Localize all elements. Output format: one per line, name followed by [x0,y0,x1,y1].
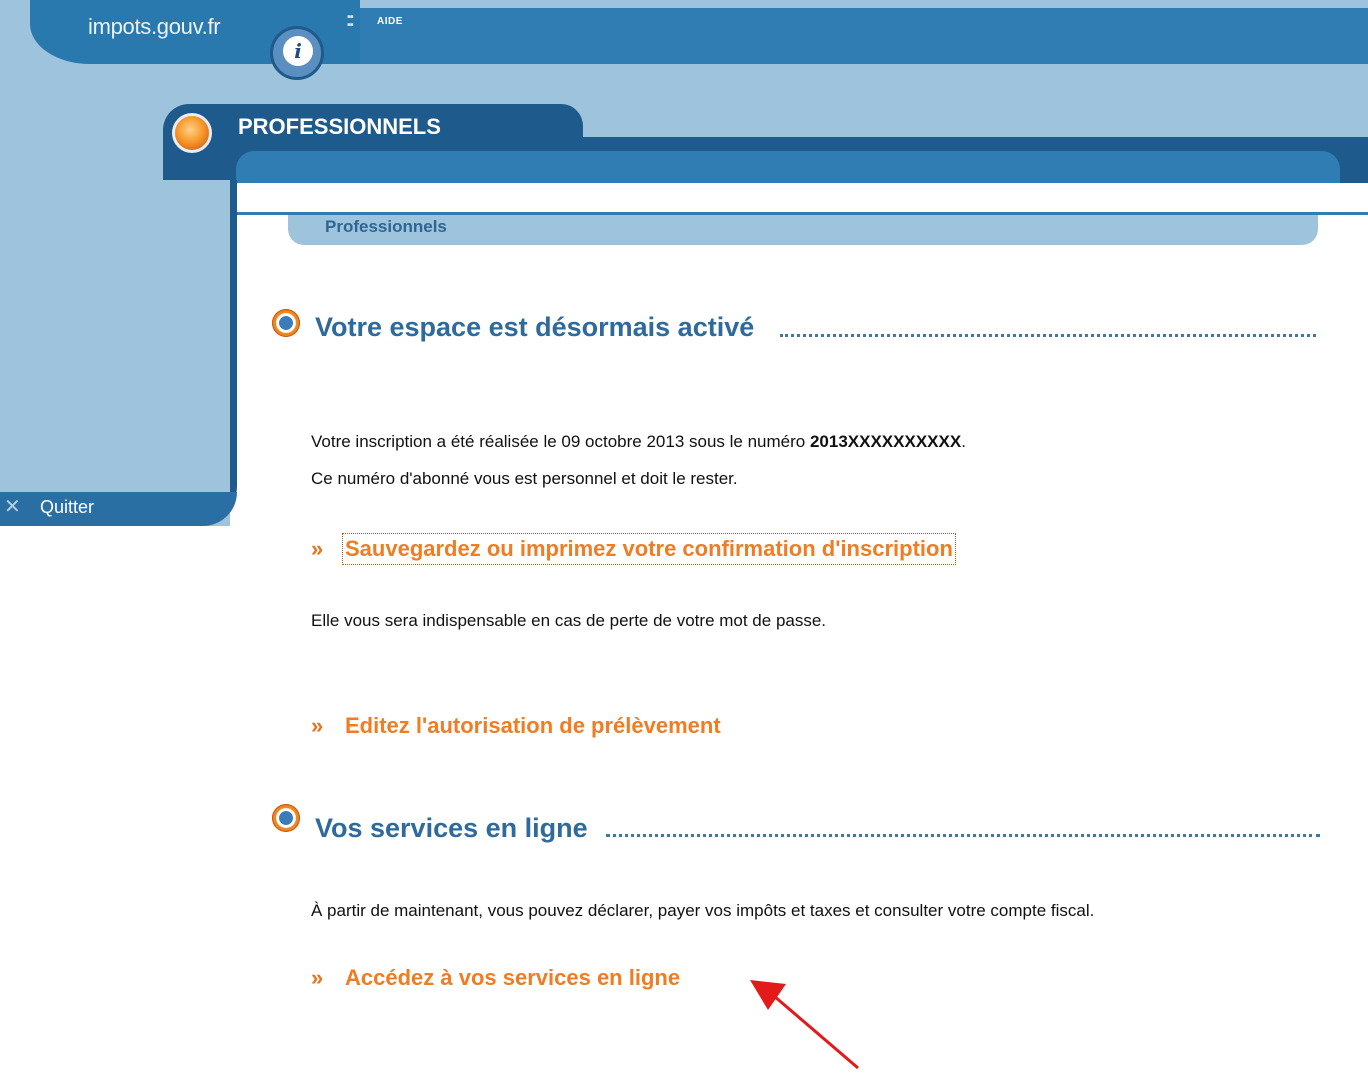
orange-globe-icon [272,309,300,337]
close-icon[interactable]: ✕ [4,496,21,518]
site-logo-text[interactable]: impots.gouv.fr [88,14,221,40]
registration-text: Votre inscription a été réalisée le 09 o… [311,432,966,452]
section-heading-services: Vos services en ligne [315,813,588,843]
quit-link[interactable]: Quitter [40,497,94,518]
personal-number-text: Ce numéro d'abonné vous est personnel et… [311,469,738,488]
dots-icon: ▪▪ ▪▪ [347,11,354,31]
info-logo-icon[interactable]: i [283,36,313,66]
section-band-inner [236,151,1340,183]
arrow-shaft [773,994,859,1070]
section-heading-activated: Votre espace est désormais activé [315,312,755,342]
registration-text-suffix: . [961,432,966,451]
quit-bar [0,492,237,526]
heading-dotted-rule [780,334,1316,337]
access-services-link[interactable]: Accédez à vos services en ligne [345,965,680,991]
registration-text-prefix: Votre inscription a été réalisée le 09 o… [311,432,810,451]
debit-authorization-link[interactable]: Editez l'autorisation de prélèvement [345,713,721,739]
header-top-bar [330,8,1368,64]
sidebar-fill [0,180,230,492]
orange-orb-icon [172,113,212,153]
double-chevron-right-icon: » [311,965,324,990]
red-arrow-annotation [750,980,859,1070]
double-chevron-right-icon: » [311,536,324,561]
section-title: PROFESSIONNELS [238,114,441,139]
save-confirmation-link[interactable]: Sauvegardez ou imprimez votre confirmati… [342,533,956,565]
breadcrumb-item[interactable]: Professionnels [325,217,447,237]
arrow-head [750,980,786,1010]
double-chevron-right-icon: » [311,713,324,738]
heading-dotted-rule [606,834,1320,837]
orange-globe-icon [272,804,300,832]
help-link[interactable]: AIDE [377,16,403,27]
subscriber-number: 2013XXXXXXXXXX [809,432,962,451]
save-note-text: Elle vous sera indispensable en cas de p… [311,611,827,630]
services-text: À partir de maintenant, vous pouvez décl… [311,901,1095,920]
